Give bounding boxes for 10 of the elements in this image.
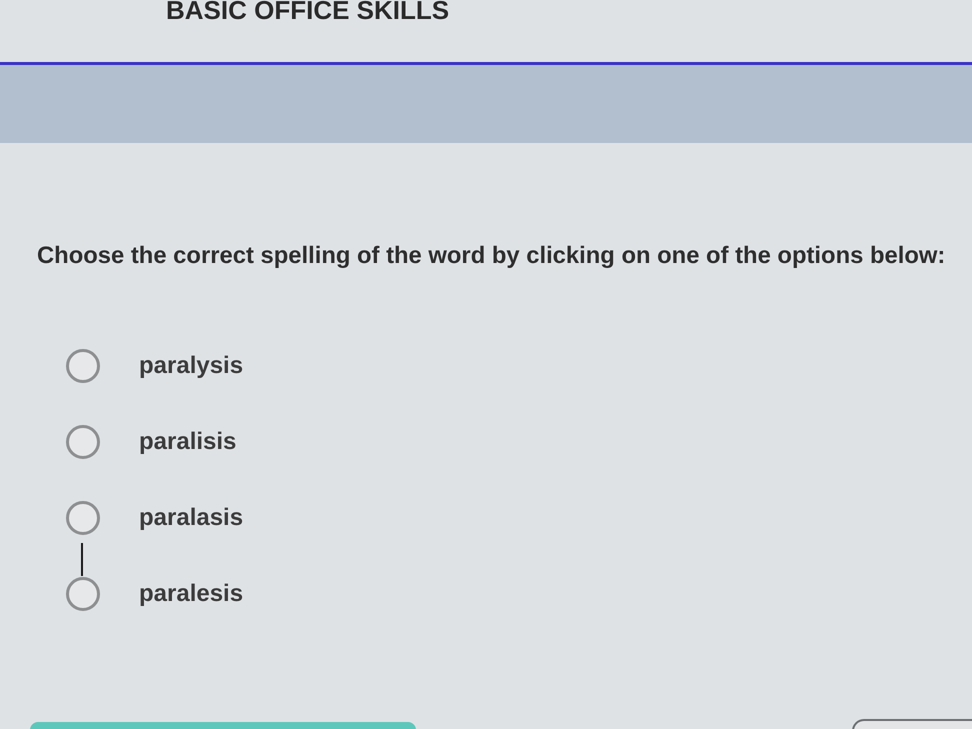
radio-button[interactable] [66,349,100,383]
question-prompt: Choose the correct spelling of the word by clicking on one of the options below: [37,241,946,271]
option-label[interactable]: paralesis [139,579,244,609]
option-label[interactable]: paralasis [139,503,244,533]
page-title: BASIC OFFICE SKILLS [166,0,450,20]
option-label[interactable]: paralysis [139,351,244,381]
radio-button[interactable] [66,577,100,611]
option-label[interactable]: paralisis [139,427,236,457]
radio-button[interactable] [66,501,100,535]
radio-button[interactable] [66,425,100,459]
